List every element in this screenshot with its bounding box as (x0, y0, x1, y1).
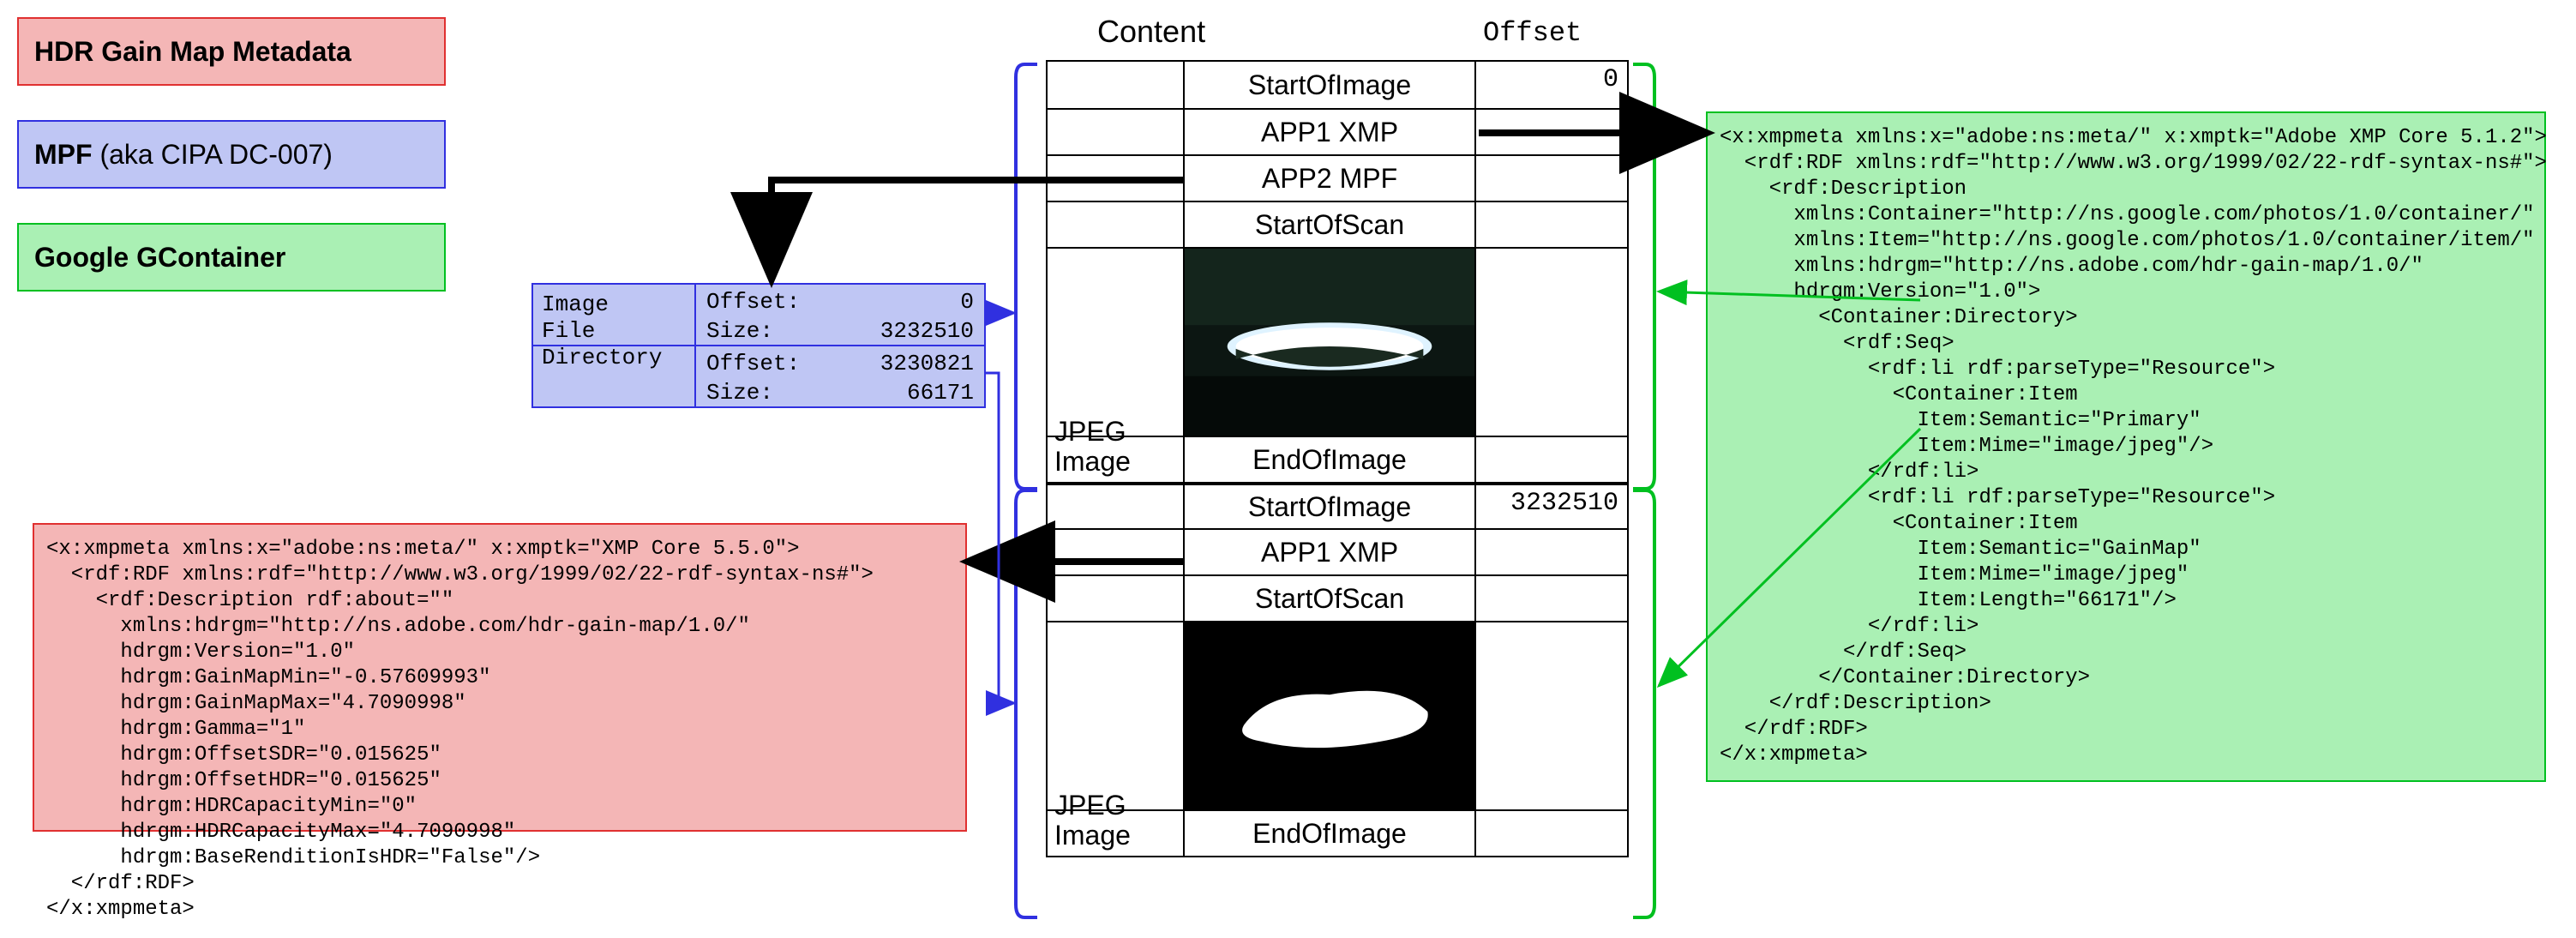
row-jpeg1-image (1048, 247, 1627, 436)
row-jpeg2-app1: APP1 XMP (1048, 528, 1627, 574)
row-jpeg2-image (1048, 621, 1627, 809)
jpeg-structure-table: StartOfImage 0 APP1 XMP APP2 MPF StartOf… (1046, 60, 1629, 857)
cell-startofscan-1: StartOfScan (1185, 202, 1476, 247)
ifd-entry-0: Image File Directory Offset: 0 Size: 32325… (533, 285, 984, 345)
row-jpeg2-sos: StartOfScan (1048, 574, 1627, 621)
cell-offset-1: 0 (1476, 62, 1627, 108)
cell-app2-mpf: APP2 MPF (1185, 156, 1476, 201)
row-jpeg1-sos: StartOfScan (1048, 201, 1627, 247)
cell-endofimage-2: EndOfImage (1185, 811, 1476, 856)
ifd1-offset-label: Offset: (706, 350, 800, 379)
legend-hdr-gain-map: HDR Gain Map Metadata (17, 17, 446, 86)
ifd1-offset: 3230821 (880, 350, 974, 379)
ifd0-size-label: Size: (706, 317, 773, 346)
legend-red-label: HDR Gain Map Metadata (34, 36, 351, 67)
cell-app1-xmp-1: APP1 XMP (1185, 110, 1476, 154)
cell-endofimage-1: EndOfImage (1185, 437, 1476, 482)
ifd0-offset-label: Offset: (706, 288, 800, 317)
cell-offset-2: 3232510 (1476, 485, 1627, 528)
cell-startofscan-2: StartOfScan (1185, 576, 1476, 621)
legend-blue-bold: MPF (34, 139, 93, 170)
cell-app1-xmp-2: APP1 XMP (1185, 530, 1476, 574)
cell-startofimage-1: StartOfImage (1185, 62, 1476, 108)
xmp-hdrgm-panel: <x:xmpmeta xmlns:x="adobe:ns:meta/" x:xm… (33, 523, 967, 832)
row-jpeg1-soi: StartOfImage 0 (1048, 62, 1627, 108)
label-jpeg1: JPEG Image (1048, 437, 1185, 482)
legend-green-label: Google GContainer (34, 242, 285, 273)
gainmap-image-preview (1185, 622, 1476, 809)
ifd1-size: 66171 (907, 379, 974, 408)
header-content: Content (1097, 14, 1205, 50)
row-jpeg2-eoi: JPEG Image EndOfImage (1048, 809, 1627, 856)
row-jpeg2-soi: StartOfImage 3232510 (1048, 482, 1627, 528)
label-jpeg2: JPEG Image (1048, 811, 1185, 856)
xmp-gcontainer-panel: <x:xmpmeta xmlns:x="adobe:ns:meta/" x:xm… (1706, 111, 2546, 782)
ifd-title: Image File Directory (533, 285, 696, 345)
row-jpeg1-eoi: JPEG Image EndOfImage (1048, 436, 1627, 482)
ifd0-offset: 0 (960, 288, 974, 317)
row-jpeg1-app2: APP2 MPF (1048, 154, 1627, 201)
header-offset: Offset (1483, 17, 1582, 49)
primary-image-preview (1185, 249, 1476, 436)
ifd1-size-label: Size: (706, 379, 773, 408)
legend-blue-rest: (aka CIPA DC-007) (93, 139, 333, 170)
legend-google-gcontainer: Google GContainer (17, 223, 446, 292)
legend-mpf: MPF (aka CIPA DC-007) (17, 120, 446, 189)
cell-startofimage-2: StartOfImage (1185, 485, 1476, 528)
ifd-entry-1: Offset: 3230821 Size: 66171 (533, 345, 984, 406)
row-jpeg1-app1: APP1 XMP (1048, 108, 1627, 154)
ifd0-size: 3232510 (880, 317, 974, 346)
mpf-ifd-table: Image File Directory Offset: 0 Size: 32325… (531, 283, 986, 408)
